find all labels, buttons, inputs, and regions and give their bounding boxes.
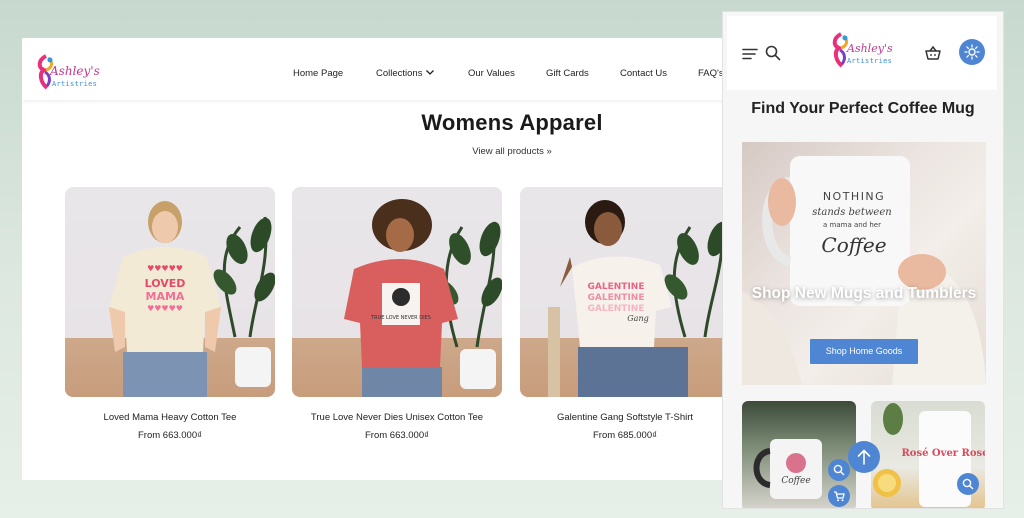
hero-heading: Shop New Mugs and Tumblers bbox=[751, 285, 977, 302]
basket-icon[interactable] bbox=[924, 45, 942, 61]
svg-text:GALENTINE: GALENTINE bbox=[588, 304, 645, 314]
product-card[interactable]: ♥♥♥♥♥ LOVED MAMA ♥♥♥♥♥ Loved Mama Heavy … bbox=[65, 187, 275, 441]
scroll-to-top-button[interactable] bbox=[848, 441, 880, 473]
view-all-link[interactable]: View all products » bbox=[22, 146, 732, 157]
nav-contact-us[interactable]: Contact Us bbox=[620, 68, 667, 79]
mug-text-3: a mama and her bbox=[823, 221, 881, 229]
svg-text:♥♥♥♥♥: ♥♥♥♥♥ bbox=[147, 304, 183, 313]
nav-collections[interactable]: Collections bbox=[376, 68, 435, 79]
svg-text:TRUE LOVE NEVER DIES: TRUE LOVE NEVER DIES bbox=[370, 315, 431, 321]
product-thumbnail[interactable]: Coffee bbox=[742, 401, 856, 508]
product-thumbnail[interactable]: Rosé Over Rose bbox=[871, 401, 985, 508]
search-icon[interactable] bbox=[765, 45, 781, 61]
product-title[interactable]: Loved Mama Heavy Cotton Tee bbox=[65, 412, 275, 423]
quick-view-button[interactable] bbox=[828, 459, 850, 481]
logo-sub-text: Artistries bbox=[52, 80, 98, 88]
section-title: Womens Apparel bbox=[421, 110, 603, 135]
mug-text-2: stands between bbox=[812, 207, 891, 218]
main-nav: Home Page Collections Our Values Gift Ca… bbox=[292, 68, 732, 82]
mug-text-4: Coffee bbox=[821, 233, 886, 257]
nav-home[interactable]: Home Page bbox=[293, 68, 343, 79]
chevron-down-icon bbox=[426, 70, 435, 75]
product-image[interactable]: TRUE LOVE NEVER DIES bbox=[292, 187, 502, 397]
svg-text:GALENTINE: GALENTINE bbox=[588, 282, 645, 292]
product-title[interactable]: True Love Never Dies Unisex Cotton Tee bbox=[292, 412, 502, 423]
site-logo[interactable]: Ashley's Artistries bbox=[831, 32, 901, 72]
mobile-header: Ashley's Artistries bbox=[727, 16, 997, 90]
shop-home-goods-button[interactable]: Shop Home Goods bbox=[810, 339, 918, 364]
mug-text-1: NOTHING bbox=[823, 190, 885, 203]
product-photo: TRUE LOVE NEVER DIES bbox=[344, 199, 502, 397]
desktop-header: Ashley's Artistries Home Page Collection… bbox=[22, 38, 732, 100]
theme-toggle-button[interactable] bbox=[959, 39, 985, 65]
hero-banner[interactable]: NOTHING stands between a mama and her Co… bbox=[742, 142, 986, 385]
product-card[interactable]: GALENTINE GALENTINE GALENTINE Gang Galen… bbox=[520, 187, 730, 441]
nav-collections-label: Collections bbox=[376, 68, 423, 79]
thumb-mug-text: Coffee bbox=[781, 476, 810, 486]
search-icon bbox=[962, 478, 974, 490]
svg-text:MAMA: MAMA bbox=[146, 290, 185, 303]
product-photo: ♥♥♥♥♥ LOVED MAMA ♥♥♥♥♥ bbox=[109, 201, 275, 397]
desktop-preview: Ashley's Artistries Home Page Collection… bbox=[22, 38, 732, 480]
product-photo: GALENTINE GALENTINE GALENTINE Gang bbox=[548, 200, 729, 397]
svg-text:GALENTINE: GALENTINE bbox=[588, 293, 645, 303]
search-icon bbox=[833, 464, 845, 476]
svg-text:Gang: Gang bbox=[627, 314, 648, 323]
product-image[interactable]: GALENTINE GALENTINE GALENTINE Gang bbox=[520, 187, 730, 397]
cart-icon bbox=[834, 491, 845, 502]
logo-script-text: Ashley's bbox=[50, 64, 100, 78]
product-price: From 663.000₫ bbox=[364, 430, 430, 441]
product-price: From 663.000₫ bbox=[137, 430, 203, 441]
menu-icon[interactable] bbox=[742, 48, 758, 60]
product-title[interactable]: Galentine Gang Softstyle T-Shirt bbox=[520, 412, 730, 423]
product-card[interactable]: TRUE LOVE NEVER DIES True Love Never Die… bbox=[292, 187, 502, 441]
nav-faqs[interactable]: FAQ's bbox=[698, 68, 724, 79]
quick-view-button[interactable] bbox=[957, 473, 979, 495]
mobile-preview: Ashley's Artistries Find Your Perfect Co… bbox=[722, 11, 1004, 509]
mobile-section-title: Find Your Perfect Coffee Mug bbox=[751, 100, 975, 117]
svg-text:LOVED: LOVED bbox=[145, 277, 186, 290]
logo-script-text: Ashley's bbox=[847, 42, 893, 55]
svg-text:♥♥♥♥♥: ♥♥♥♥♥ bbox=[147, 264, 183, 273]
sun-icon bbox=[964, 44, 980, 60]
add-to-cart-button[interactable] bbox=[828, 485, 850, 507]
product-image[interactable]: ♥♥♥♥♥ LOVED MAMA ♥♥♥♥♥ bbox=[65, 187, 275, 397]
logo-sub-text: Artistries bbox=[847, 57, 893, 65]
nav-our-values[interactable]: Our Values bbox=[468, 68, 515, 79]
product-price: From 685.000₫ bbox=[592, 430, 658, 441]
site-logo[interactable]: Ashley's Artistries bbox=[36, 54, 106, 94]
arrow-up-icon bbox=[857, 449, 871, 465]
thumb-mug-text: Rosé Over Rose bbox=[901, 448, 985, 459]
nav-gift-cards[interactable]: Gift Cards bbox=[546, 68, 589, 79]
